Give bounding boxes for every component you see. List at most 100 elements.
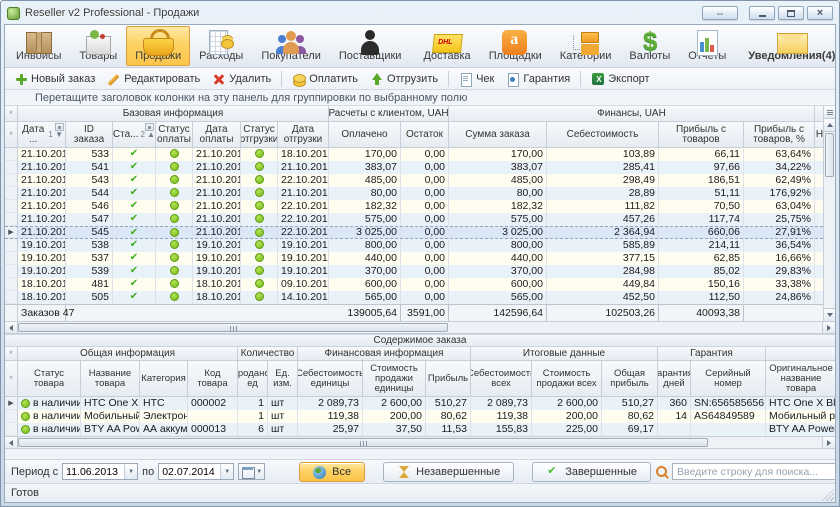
scrollbar-track[interactable]: [448, 322, 822, 333]
table-row[interactable]: ▶в наличииHTC One X BlackHTC0000021шт2 0…: [5, 397, 836, 410]
toolbar-item-markets[interactable]: Площадки: [480, 26, 551, 66]
orders-band-header[interactable]: Расчеты с клиентом, UAH: [329, 106, 449, 122]
orders-column-header[interactable]: Прибыль с товаров: [659, 122, 744, 148]
contents-column-header[interactable]: Код товара: [188, 361, 238, 397]
toolbar-item-sales[interactable]: Продажи: [126, 26, 190, 66]
search-input[interactable]: [672, 463, 836, 480]
scroll-right-button[interactable]: [822, 437, 835, 448]
toolbar-item-receipt[interactable]: Чек: [454, 71, 499, 87]
orders-horizontal-scrollbar[interactable]: [5, 321, 835, 334]
toolbar-item-delete[interactable]: Удалить: [207, 71, 276, 87]
toolbar-item-new-order[interactable]: Новый заказ: [9, 71, 100, 87]
period-preset-button[interactable]: ▼: [238, 463, 265, 480]
minimize-button[interactable]: [749, 6, 775, 20]
table-row[interactable]: 21.10.2013541✔21.10.201321.10.2013383,07…: [5, 161, 823, 174]
orders-column-header[interactable]: Статус отгрузки: [241, 122, 278, 148]
table-row[interactable]: 18.10.2013505✔18.10.201314.10.2013565,00…: [5, 291, 823, 304]
filter-button-all[interactable]: Все: [299, 462, 365, 482]
contents-column-header[interactable]: Серийный номер: [691, 361, 766, 397]
table-row[interactable]: 21.10.2013544✔21.10.201321.10.201380,000…: [5, 187, 823, 200]
toolbar-item-invoices[interactable]: Инвойсы: [7, 26, 70, 66]
toolbar-item-categories[interactable]: Категории: [551, 26, 621, 66]
contents-band-header[interactable]: Финансовая информация: [298, 347, 471, 361]
contents-column-header[interactable]: Прибыль: [426, 361, 471, 397]
group-by-panel[interactable]: Перетащите заголовок колонки на эту пане…: [5, 90, 835, 106]
close-button[interactable]: ×: [807, 6, 833, 20]
toolbar-item-currency[interactable]: Валюты: [620, 26, 679, 66]
table-row[interactable]: ▶21.10.2013545✔21.10.201322.10.20133 025…: [5, 226, 823, 239]
contents-column-header[interactable]: Себестоимость единицы: [298, 361, 363, 397]
contents-band-header[interactable]: Итоговые данные: [471, 347, 658, 361]
contents-column-header[interactable]: Оригинальное название товара: [766, 361, 836, 397]
vertical-scrollbar-thumb[interactable]: [825, 133, 834, 177]
toolbar-item-goods[interactable]: Товары: [70, 26, 126, 66]
table-row[interactable]: 18.10.2013481✔18.10.201309.10.2013600,00…: [5, 278, 823, 291]
contents-column-header[interactable]: Ед. изм.: [268, 361, 298, 397]
orders-band-header[interactable]: Базовая информация: [18, 106, 329, 122]
toolbar-item-expenses[interactable]: Расходы: [190, 26, 252, 66]
orders-column-header[interactable]: Н: [815, 122, 823, 148]
toolbar-item-ship[interactable]: Отгрузить: [365, 71, 443, 87]
contents-column-header[interactable]: Название товара: [81, 361, 140, 397]
period-to-input[interactable]: 02.07.2014 ▼: [158, 463, 234, 480]
orders-column-header[interactable]: ID заказа: [66, 122, 113, 148]
toolbar-item-delivery[interactable]: Доставка: [414, 26, 479, 66]
scroll-up-button[interactable]: [824, 119, 835, 132]
contents-column-header[interactable]: Гарантия, дней: [658, 361, 691, 397]
table-row[interactable]: 21.10.2013533✔21.10.201318.10.2013170,00…: [5, 148, 823, 161]
scroll-down-button[interactable]: [824, 308, 835, 321]
contents-column-header[interactable]: Общая прибыль: [602, 361, 658, 397]
orders-column-header[interactable]: Себестоимость: [547, 122, 659, 148]
table-row[interactable]: 21.10.2013546✔21.10.201322.10.2013182,32…: [5, 200, 823, 213]
filter-icon[interactable]: [55, 123, 64, 131]
table-row[interactable]: в наличииBTY AA Power UMАА аккумуляторы0…: [5, 423, 836, 436]
contents-band-header[interactable]: Количество: [238, 347, 298, 361]
horizontal-scrollbar-thumb[interactable]: [18, 323, 448, 332]
toolbar-item-export[interactable]: Экспорт: [586, 71, 654, 87]
table-row[interactable]: 21.10.2013543✔21.10.201322.10.2013485,00…: [5, 174, 823, 187]
period-from-input[interactable]: 11.06.2013 ▼: [62, 463, 138, 480]
contents-column-header[interactable]: Стоимость продажи единицы: [363, 361, 426, 397]
resize-grip[interactable]: [822, 489, 834, 501]
scrollbar-track[interactable]: [708, 437, 822, 448]
chevron-down-icon[interactable]: ▼: [124, 464, 137, 479]
column-customize-button[interactable]: [824, 106, 835, 119]
filter-button-unfinished[interactable]: Незавершенные: [383, 462, 514, 482]
table-row[interactable]: 21.10.2013547✔21.10.201322.10.2013575,00…: [5, 213, 823, 226]
scroll-left-button[interactable]: [5, 322, 18, 333]
contents-band-header[interactable]: Гарантия: [658, 347, 766, 361]
toolbar-item-buyers[interactable]: Покупатели: [252, 26, 330, 66]
toolbar-item-notifications[interactable]: Уведомления(4): [739, 26, 836, 66]
table-row[interactable]: 19.10.2013539✔19.10.201319.10.2013370,00…: [5, 265, 823, 278]
titlebar[interactable]: Reseller v2 Professional - Продажи ⇔ ×: [4, 4, 836, 24]
window-mode-button[interactable]: ⇔: [702, 6, 738, 20]
contents-column-header[interactable]: Категория: [140, 361, 188, 397]
scroll-right-button[interactable]: [822, 322, 835, 333]
toolbar-item-edit[interactable]: Редактировать: [102, 71, 205, 87]
orders-band-header[interactable]: [815, 106, 823, 122]
orders-column-header[interactable]: Статус оплаты: [156, 122, 193, 148]
maximize-button[interactable]: [778, 6, 804, 20]
contents-band-header[interactable]: [766, 347, 836, 361]
orders-column-header[interactable]: Оплачено: [329, 122, 401, 148]
table-row[interactable]: 19.10.2013537✔19.10.201319.10.2013440,00…: [5, 252, 823, 265]
orders-column-header[interactable]: Прибыль с товаров, %: [744, 122, 815, 148]
contents-horizontal-scrollbar[interactable]: [5, 436, 835, 449]
toolbar-item-reports[interactable]: Отчеты: [679, 26, 735, 66]
contents-column-header[interactable]: Стоимость продажи всех: [532, 361, 602, 397]
contents-column-header[interactable]: Себестоимость всех: [471, 361, 532, 397]
filter-button-finished[interactable]: Завершенные: [532, 462, 651, 482]
orders-column-header[interactable]: Сумма заказа: [449, 122, 547, 148]
chevron-down-icon[interactable]: ▼: [220, 464, 233, 479]
orders-column-header[interactable]: Ста...2 ▲: [113, 122, 156, 148]
scroll-left-button[interactable]: [5, 437, 18, 448]
orders-band-header[interactable]: Финансы, UAH: [449, 106, 815, 122]
orders-column-header[interactable]: Дата отгрузки: [278, 122, 329, 148]
contents-band-header[interactable]: Общая информация: [18, 347, 238, 361]
filter-icon[interactable]: [145, 123, 154, 131]
toolbar-item-suppliers[interactable]: Поставщики: [330, 26, 411, 66]
toolbar-item-pay[interactable]: Оплатить: [287, 71, 363, 87]
orders-vertical-scrollbar[interactable]: [823, 106, 835, 321]
toolbar-item-warranty[interactable]: Гарантия: [501, 71, 575, 87]
table-row[interactable]: 19.10.2013538✔19.10.201319.10.2013800,00…: [5, 239, 823, 252]
